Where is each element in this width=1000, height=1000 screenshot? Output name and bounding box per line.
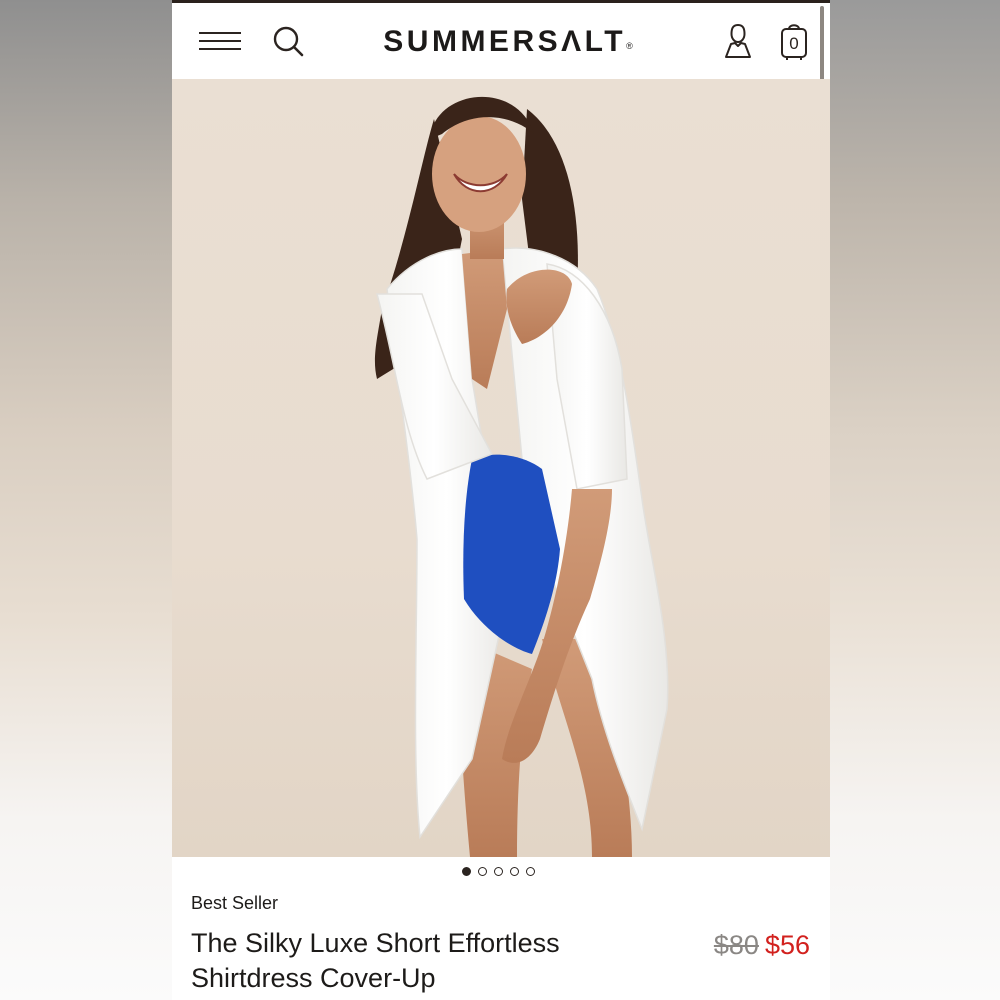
cart-count: 0 <box>789 34 799 53</box>
sale-price: $56 <box>764 930 810 960</box>
carousel-dot[interactable] <box>494 867 503 876</box>
cart-icon[interactable]: 0 <box>779 21 809 61</box>
best-seller-badge: Best Seller <box>191 893 279 913</box>
account-icon[interactable] <box>723 22 753 60</box>
brand-name: SUMMERSΛLT <box>383 25 627 58</box>
carousel-dot[interactable] <box>510 867 519 876</box>
carousel-indicators <box>462 867 542 879</box>
carousel-dot[interactable] <box>462 867 471 876</box>
carousel-dot[interactable] <box>526 867 535 876</box>
hamburger-menu-icon[interactable] <box>199 32 243 54</box>
product-title[interactable]: The Silky Luxe Short Effortless Shirtdre… <box>191 926 631 996</box>
search-icon[interactable] <box>272 25 306 59</box>
registered-mark: ® <box>626 41 633 51</box>
blurred-background-right <box>830 0 1000 1000</box>
brand-logo[interactable]: SUMMERSΛLT® <box>358 24 658 60</box>
product-price: $80 $56 <box>714 929 810 962</box>
site-header: SUMMERSΛLT® 0 <box>172 3 830 216</box>
carousel-dot[interactable] <box>478 867 487 876</box>
blurred-background-left <box>0 0 172 1000</box>
original-price: $80 <box>713 930 759 960</box>
product-image[interactable] <box>172 79 830 857</box>
mobile-screen: SUMMERSΛLT® 0 Best Seller The Silky Luxe… <box>172 0 830 1000</box>
